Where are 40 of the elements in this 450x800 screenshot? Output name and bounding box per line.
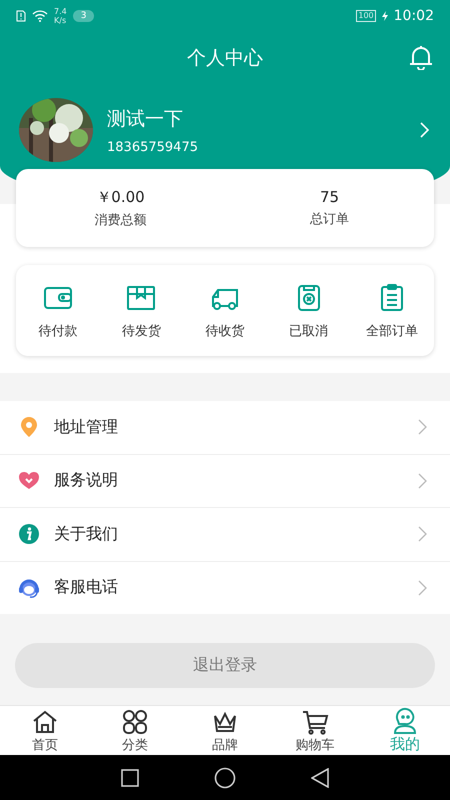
stat-value: ￥0.00	[96, 188, 145, 207]
order-status-button[interactable]: 待收货	[183, 276, 267, 346]
stat-label: 总订单	[310, 211, 349, 228]
tab[interactable]: 品牌	[180, 706, 270, 756]
menu-item[interactable]: 关于我们	[0, 508, 450, 561]
tab[interactable]: 分类	[90, 706, 180, 756]
grid-icon	[121, 708, 149, 736]
wifi-icon	[32, 10, 48, 22]
home-button-icon[interactable]	[214, 766, 236, 789]
user-name: 测试一下	[107, 106, 184, 132]
chevron-right-icon	[418, 580, 427, 596]
network-speed: 7.4	[54, 7, 67, 16]
tab[interactable]: 购物车	[270, 706, 360, 756]
chevron-right-icon[interactable]	[420, 122, 430, 138]
recent-apps-icon[interactable]	[121, 768, 139, 787]
chevron-right-icon	[418, 526, 427, 542]
user-icon	[391, 707, 419, 736]
menu-item[interactable]: 地址管理	[0, 401, 450, 454]
speed-unit: K/s	[54, 16, 67, 25]
notification-bell-icon[interactable]	[408, 44, 434, 70]
stat-label: 消费总额	[94, 212, 146, 229]
notification-count: 3	[72, 10, 94, 22]
clock: 10:02	[394, 8, 434, 24]
tab[interactable]: 首页	[0, 706, 90, 756]
order-status-button[interactable]: 待付款	[16, 276, 100, 346]
charging-icon	[382, 11, 388, 21]
sim-alert-icon	[16, 10, 26, 22]
info-icon	[17, 522, 41, 546]
order-status-button[interactable]: 待发货	[100, 276, 184, 346]
phone-number: 18365759475	[107, 140, 199, 154]
battery-level: 100	[356, 10, 376, 22]
stat-value: 75	[320, 188, 340, 206]
page-title: 个人中心	[187, 46, 263, 71]
chevron-right-icon	[418, 472, 427, 489]
menu-item[interactable]: 服务说明	[0, 454, 450, 508]
order-status-button[interactable]: 已取消	[266, 276, 350, 346]
chevron-right-icon	[418, 419, 427, 436]
menu-item[interactable]: 客服电话	[0, 562, 450, 614]
back-icon[interactable]	[311, 768, 329, 788]
order-status-button[interactable]: 全部订单	[350, 276, 434, 346]
